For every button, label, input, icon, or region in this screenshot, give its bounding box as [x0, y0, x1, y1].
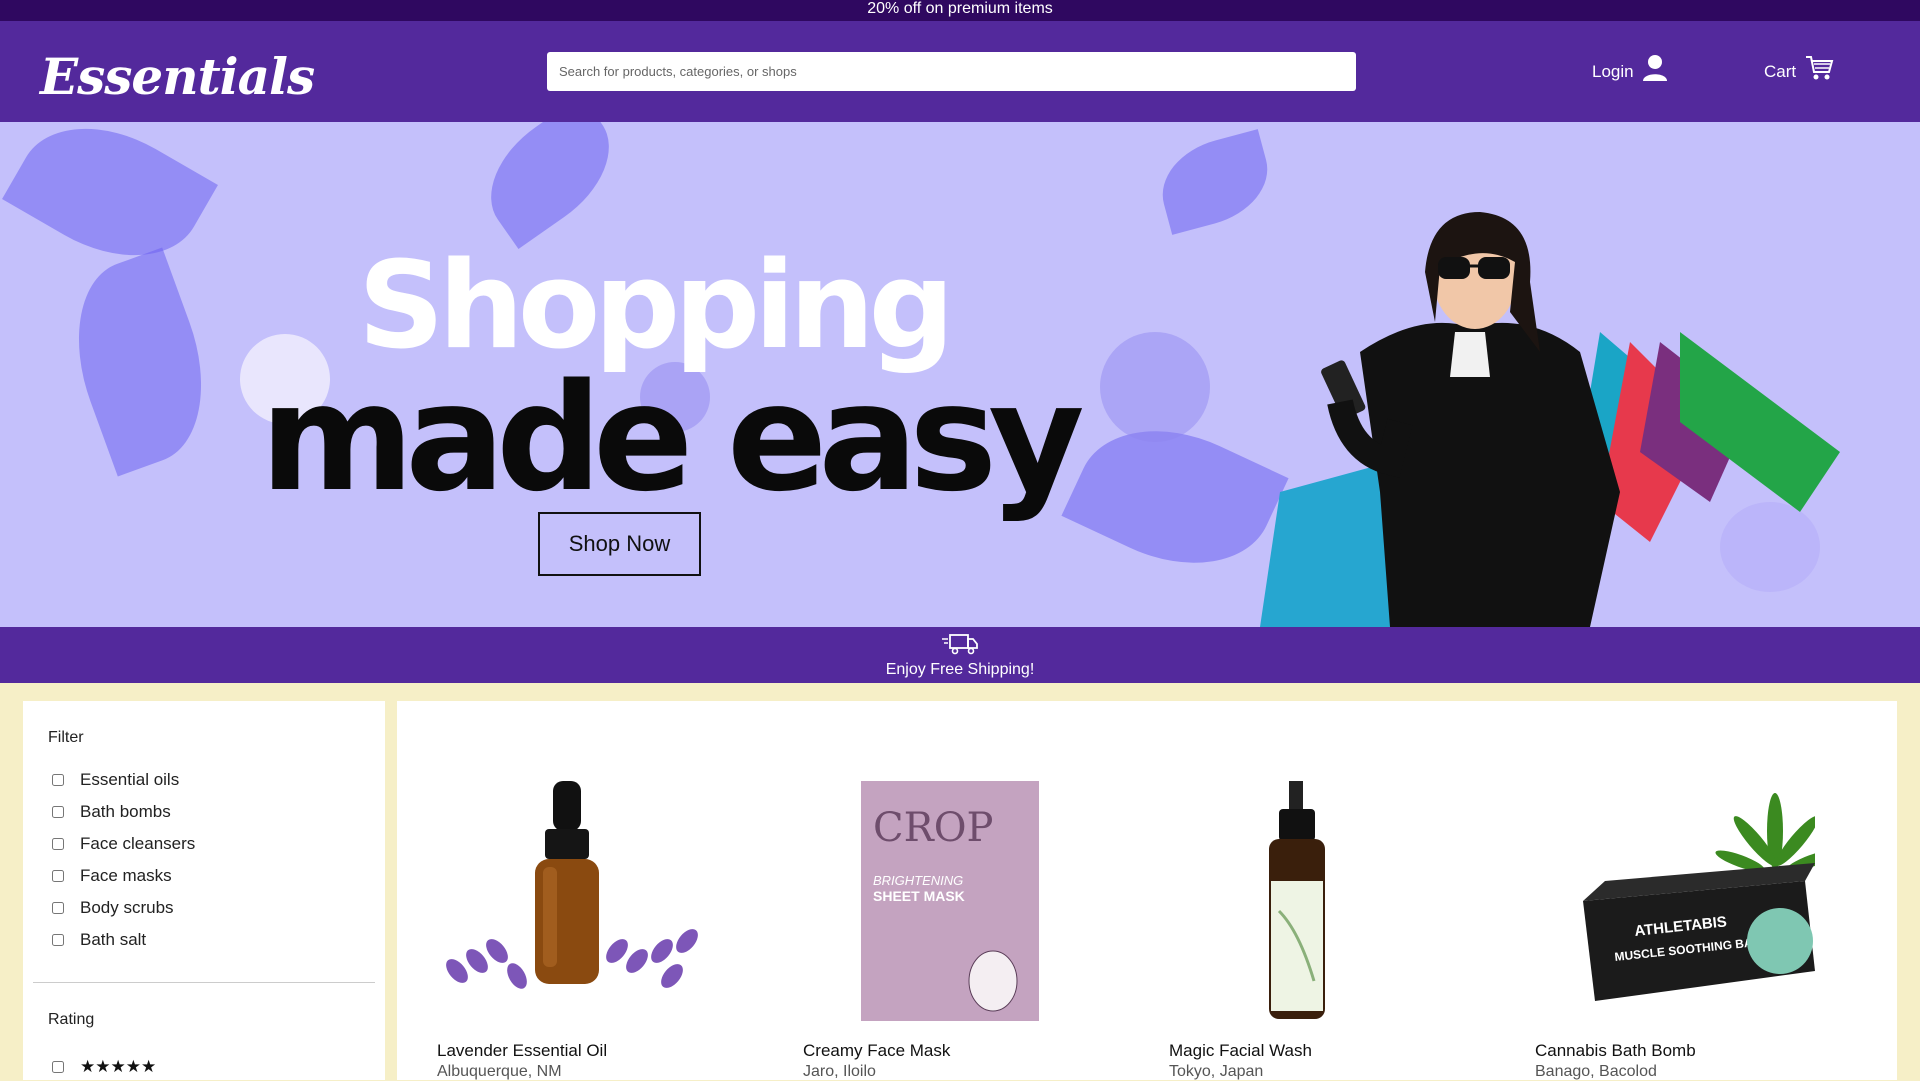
cart-icon [1806, 56, 1834, 80]
hero-title-line2: made easy [260, 352, 1085, 524]
face-mask-image: CROP BRIGHTENING SHEET MASK [861, 781, 1039, 1021]
product-location: Tokyo, Japan [1169, 1063, 1264, 1080]
hero-banner: Shopping made easy Shop Now [0, 122, 1920, 627]
rating-option-five-stars[interactable]: ★★★★★ [52, 1057, 156, 1077]
product-card[interactable]: ATHLETABIS MUSCLE SOOTHING BATH Cannabis… [1495, 701, 1861, 1080]
lavender-oil-image [446, 781, 698, 989]
filter-checkbox[interactable] [52, 934, 64, 946]
cart-link[interactable]: Cart [1764, 54, 1834, 82]
mask-brand-text: CROP [873, 805, 993, 851]
filter-checkbox[interactable] [52, 870, 64, 882]
product-name[interactable]: Lavender Essential Oil [437, 1041, 607, 1061]
filter-option-label: Essential oils [80, 770, 180, 789]
login-label: Login [1592, 62, 1634, 81]
product-location: Banago, Bacolod [1535, 1063, 1657, 1080]
promo-banner: 20% off on premium items [0, 0, 1920, 21]
filter-option-label: Bath bombs [80, 802, 171, 821]
filter-option-face-masks[interactable]: Face masks [52, 866, 172, 886]
product-name[interactable]: Cannabis Bath Bomb [1535, 1041, 1696, 1061]
leaf-decoration [466, 122, 634, 250]
filter-checkbox[interactable] [52, 902, 64, 914]
filter-option-bath-salt[interactable]: Bath salt [52, 930, 146, 950]
leaf-decoration [49, 247, 231, 477]
search-input[interactable] [547, 52, 1356, 91]
filter-checkbox[interactable] [52, 806, 64, 818]
product-location: Jaro, Iloilo [803, 1063, 876, 1080]
promo-text: 20% off on premium items [867, 0, 1053, 17]
logo[interactable]: Essentials [40, 47, 315, 106]
filter-option-label: Body scrubs [80, 898, 174, 917]
product-name[interactable]: Magic Facial Wash [1169, 1041, 1312, 1061]
facial-wash-image [1269, 781, 1325, 1019]
rating-title: Rating [48, 1011, 95, 1028]
product-card[interactable]: CROP BRIGHTENING SHEET MASK Creamy Face … [763, 701, 1129, 1080]
product-grid: Lavender Essential Oil Albuquerque, NM C… [397, 701, 1897, 1080]
filter-option-face-cleansers[interactable]: Face cleansers [52, 834, 195, 854]
filter-option-label: Face masks [80, 866, 172, 885]
filter-option-essential-oils[interactable]: Essential oils [52, 770, 179, 790]
filter-option-bath-bombs[interactable]: Bath bombs [52, 802, 171, 822]
site-header: Essentials Login Cart [0, 21, 1920, 122]
product-card[interactable]: Magic Facial Wash Tokyo, Japan [1129, 701, 1495, 1080]
leaf-decoration [2, 122, 218, 289]
rating-stars: ★★★★★ [80, 1057, 157, 1076]
filter-panel: Filter Essential oils Bath bombs Face cl… [23, 701, 385, 1080]
shipping-banner: Enjoy Free Shipping! [0, 627, 1920, 683]
cart-label: Cart [1764, 62, 1797, 81]
login-link[interactable]: Login [1592, 54, 1668, 82]
user-icon [1642, 55, 1667, 81]
mask-line1-text: BRIGHTENING [873, 873, 963, 888]
shop-now-button[interactable]: Shop Now [538, 512, 701, 576]
filter-title: Filter [48, 729, 84, 746]
product-location: Albuquerque, NM [437, 1063, 562, 1080]
filter-option-body-scrubs[interactable]: Body scrubs [52, 898, 174, 918]
filter-option-label: Bath salt [80, 930, 147, 949]
filter-option-label: Face cleansers [80, 834, 196, 853]
bath-salt-decoration [1100, 332, 1210, 442]
product-name[interactable]: Creamy Face Mask [803, 1041, 950, 1061]
rating-checkbox[interactable] [52, 1061, 64, 1073]
bath-bomb-image: ATHLETABIS MUSCLE SOOTHING BATH [1583, 793, 1815, 1001]
shipping-text: Enjoy Free Shipping! [885, 661, 1035, 678]
truck-icon [942, 634, 978, 655]
filter-divider [33, 982, 375, 983]
product-card[interactable]: Lavender Essential Oil Albuquerque, NM [397, 701, 763, 1080]
filter-checkbox[interactable] [52, 774, 64, 786]
mask-line2-text: SHEET MASK [873, 888, 965, 904]
filter-checkbox[interactable] [52, 838, 64, 850]
shopper-illustration [1260, 212, 1840, 627]
